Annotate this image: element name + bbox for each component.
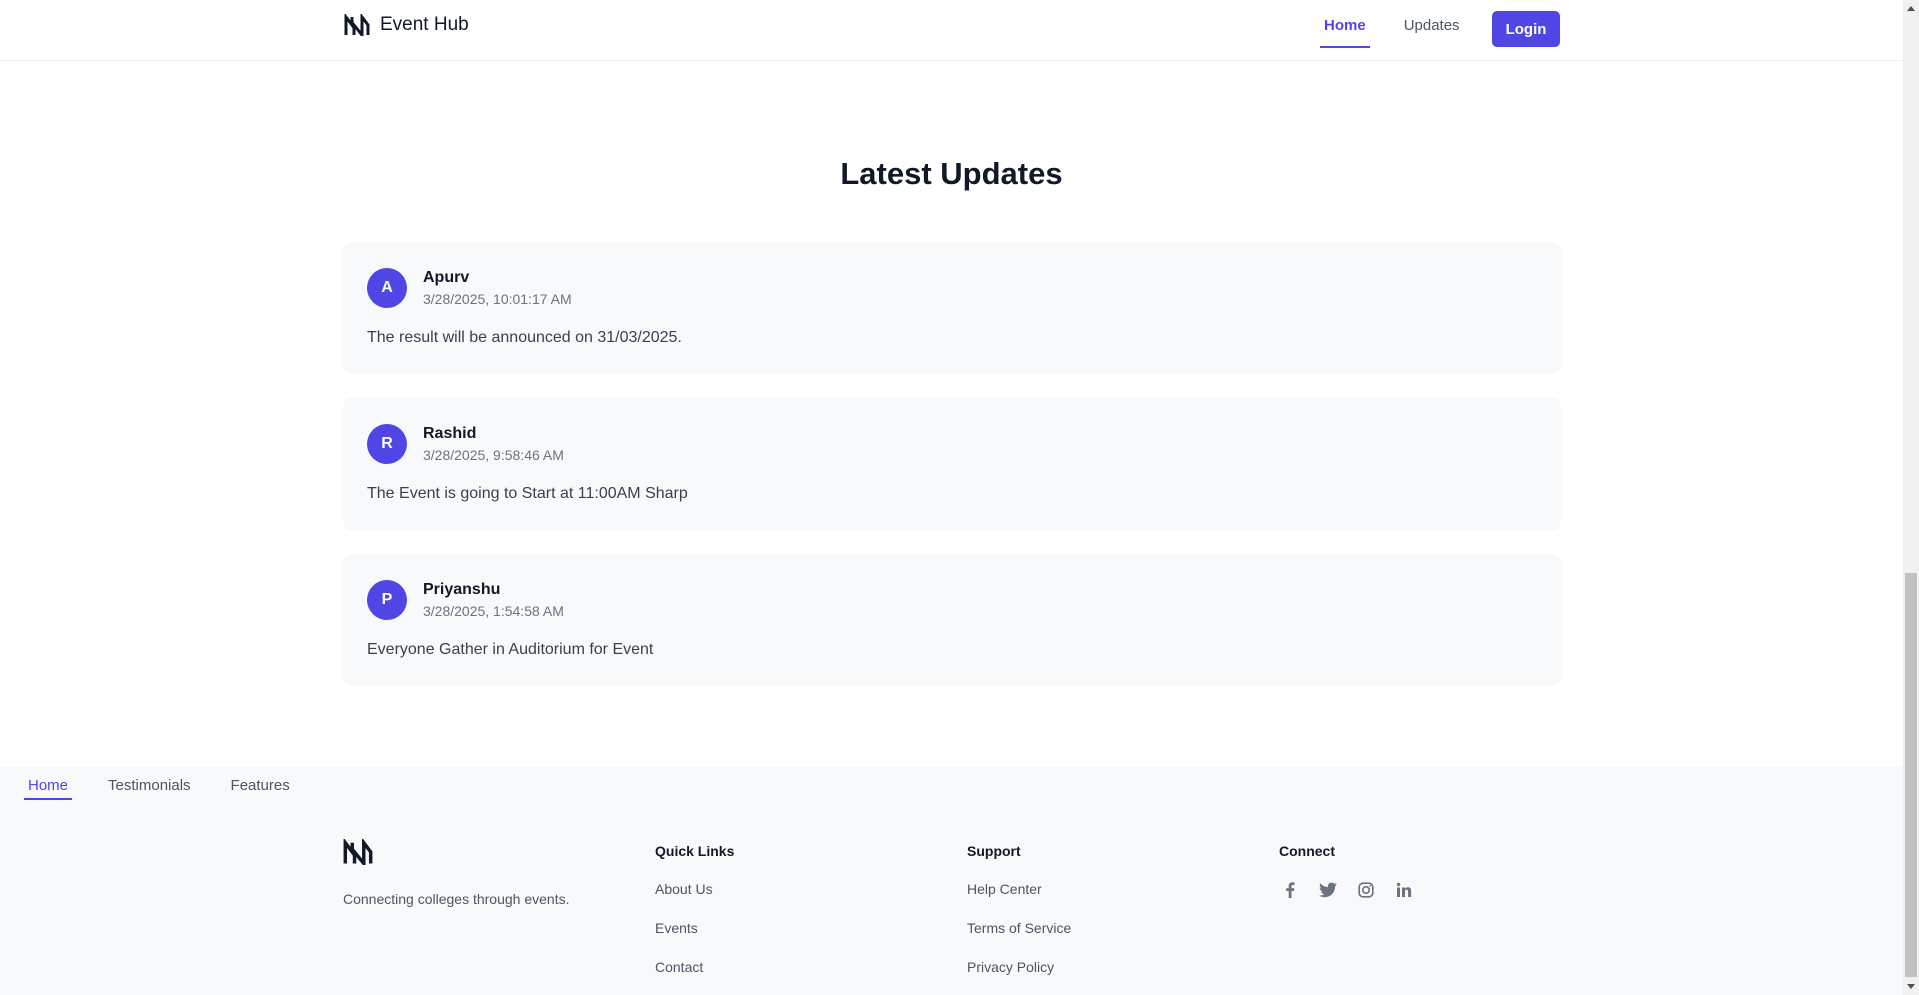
footer-tab-testimonials[interactable]: Testimonials <box>104 773 195 800</box>
about-us-link[interactable]: About Us <box>655 881 734 897</box>
main-nav: Home Updates <box>1320 0 1460 60</box>
logo-icon <box>344 14 370 36</box>
avatar: R <box>367 424 407 464</box>
brand-name: Event Hub <box>380 14 469 35</box>
update-message: Everyone Gather in Auditorium for Event <box>367 641 654 658</box>
privacy-link[interactable]: Privacy Policy <box>967 959 1071 975</box>
quick-links-column: Quick Links About Us Events Contact <box>655 843 734 995</box>
connect-heading: Connect <box>1279 843 1335 859</box>
brand[interactable]: Event Hub <box>344 14 469 36</box>
contact-link[interactable]: Contact <box>655 959 734 975</box>
login-button[interactable]: Login <box>1492 11 1560 47</box>
quick-links-heading: Quick Links <box>655 843 735 859</box>
scroll-down-arrow-icon[interactable] <box>1903 979 1919 995</box>
connect-column: Connect <box>1279 843 1415 901</box>
nav-home-link[interactable]: Home <box>1320 0 1370 48</box>
instagram-icon[interactable] <box>1355 879 1377 901</box>
footer-tab-features[interactable]: Features <box>227 773 294 800</box>
events-link[interactable]: Events <box>655 920 734 936</box>
update-timestamp: 3/28/2025, 9:58:46 AM <box>423 447 564 463</box>
update-author: Rashid <box>423 425 477 442</box>
page: Event Hub Home Updates Login Latest Upda… <box>0 0 1903 995</box>
footer-logo-icon <box>343 837 373 870</box>
help-center-link[interactable]: Help Center <box>967 881 1071 897</box>
footer-tagline: Connecting colleges through events. <box>343 891 570 907</box>
footer-tab-home[interactable]: Home <box>24 773 73 800</box>
update-author: Priyanshu <box>423 581 501 598</box>
twitter-icon[interactable] <box>1317 879 1339 901</box>
nav-updates-link[interactable]: Updates <box>1404 0 1460 46</box>
facebook-icon[interactable] <box>1279 879 1301 901</box>
support-column: Support Help Center Terms of Service Pri… <box>967 843 1071 995</box>
scrollbar-thumb[interactable] <box>1905 573 1917 977</box>
update-message: The Event is going to Start at 11:00AM S… <box>367 485 688 502</box>
update-timestamp: 3/28/2025, 1:54:58 AM <box>423 603 564 619</box>
update-card: A Apurv 3/28/2025, 10:01:17 AM The resul… <box>343 242 1561 374</box>
update-author: Apurv <box>423 269 470 286</box>
update-message: The result will be announced on 31/03/20… <box>367 329 682 346</box>
update-timestamp: 3/28/2025, 10:01:17 AM <box>423 291 572 307</box>
social-links <box>1279 879 1415 901</box>
page-title: Latest Updates <box>840 156 1063 191</box>
footer: Home Testimonials Features Connecting co… <box>0 767 1903 995</box>
support-heading: Support <box>967 843 1021 859</box>
update-card: R Rashid 3/28/2025, 9:58:46 AM The Event… <box>343 398 1561 530</box>
linkedin-icon[interactable] <box>1393 879 1415 901</box>
footer-tabs: Home Testimonials Features <box>24 773 294 800</box>
avatar: A <box>367 268 407 308</box>
updates-list: A Apurv 3/28/2025, 10:01:17 AM The resul… <box>343 242 1561 710</box>
vertical-scrollbar[interactable] <box>1903 0 1919 995</box>
avatar: P <box>367 580 407 620</box>
scroll-up-arrow-icon[interactable] <box>1903 0 1919 16</box>
update-card: P Priyanshu 3/28/2025, 1:54:58 AM Everyo… <box>343 554 1561 686</box>
terms-link[interactable]: Terms of Service <box>967 920 1071 936</box>
top-navbar: Event Hub Home Updates Login <box>0 0 1903 61</box>
